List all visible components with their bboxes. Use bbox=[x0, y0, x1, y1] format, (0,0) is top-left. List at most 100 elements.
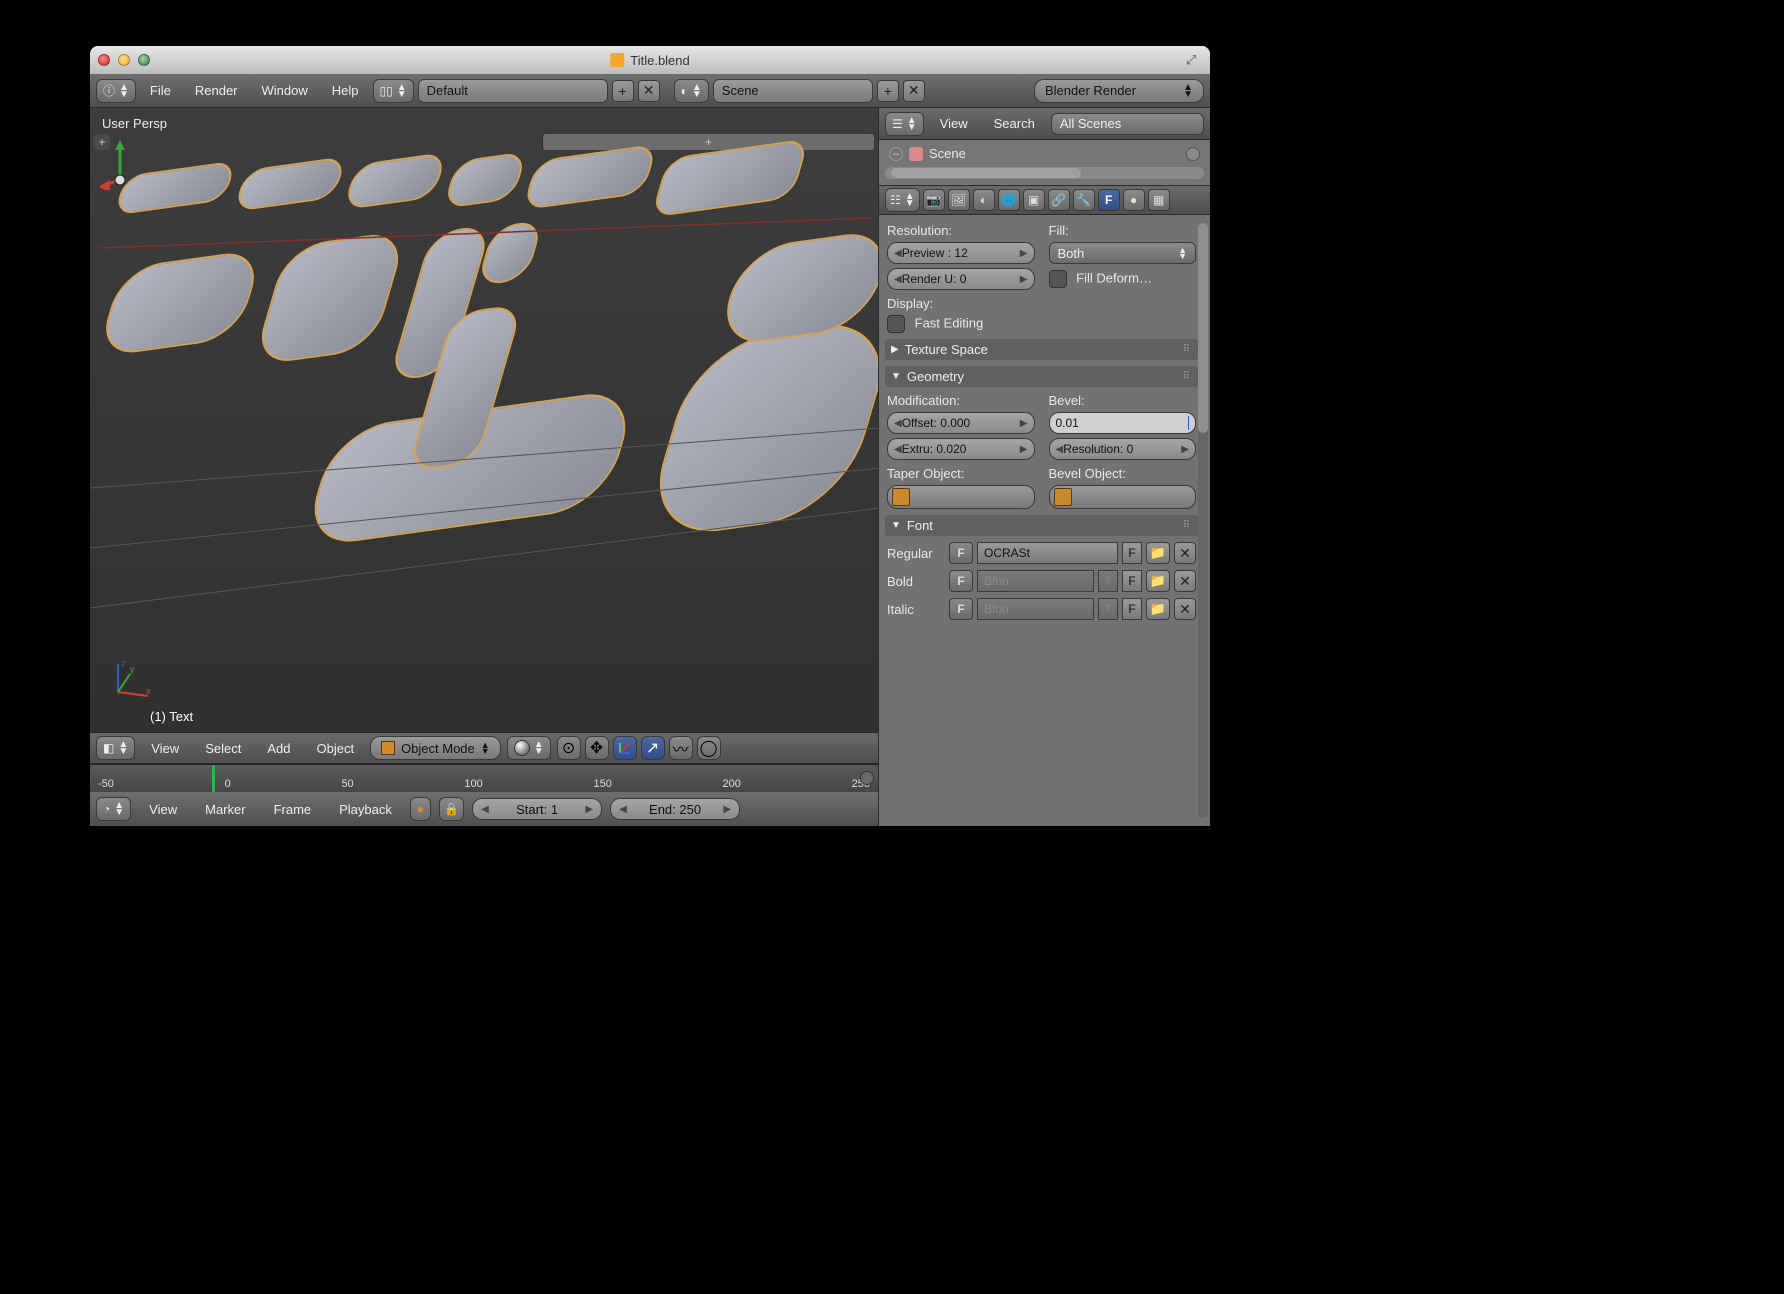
font-users-count[interactable]: 7 bbox=[1098, 598, 1118, 620]
tl-menu-frame[interactable]: Frame bbox=[264, 802, 322, 817]
outliner[interactable]: – Scene bbox=[879, 140, 1210, 185]
fullscreen-icon[interactable]: ⤢ bbox=[1186, 52, 1202, 68]
outliner-hscroll[interactable] bbox=[885, 167, 1204, 179]
offset-field[interactable]: ◀ Offset: 0.000 ▶ bbox=[887, 412, 1035, 434]
view3d-menu-view[interactable]: View bbox=[141, 741, 189, 756]
drag-handle-icon[interactable]: ⠿ bbox=[1183, 371, 1192, 382]
font-name-field[interactable]: Bfon bbox=[977, 598, 1094, 620]
unlink-font-button[interactable]: ✕ bbox=[1174, 598, 1196, 620]
restrict-toggle[interactable] bbox=[1186, 147, 1200, 161]
render-engine-dropdown[interactable]: Blender Render ▲▼ bbox=[1034, 79, 1204, 103]
close-window-button[interactable] bbox=[98, 54, 110, 66]
drag-handle-icon[interactable]: ⠿ bbox=[1183, 520, 1192, 531]
font-browse-button[interactable]: F bbox=[949, 542, 973, 564]
zoom-window-button[interactable] bbox=[138, 54, 150, 66]
fake-user-button[interactable]: F bbox=[1122, 598, 1142, 620]
taper-object-field[interactable] bbox=[887, 485, 1035, 509]
timeline-scroll-handle[interactable] bbox=[860, 771, 874, 785]
bevel-object-field[interactable] bbox=[1049, 485, 1197, 509]
preview-resolution-field[interactable]: ◀ Preview : 12 ▶ bbox=[887, 242, 1035, 264]
fill-deformed-checkbox[interactable] bbox=[1049, 270, 1067, 288]
drag-handle-icon[interactable]: ⠿ bbox=[1183, 344, 1192, 355]
bevel-depth-field[interactable]: 0.01 bbox=[1049, 412, 1197, 434]
screen-layout-field[interactable]: Default bbox=[418, 79, 608, 103]
tab-render[interactable]: 📷 bbox=[923, 189, 945, 211]
tab-object-data[interactable]: F bbox=[1098, 189, 1120, 211]
lock-button[interactable]: 🔒 bbox=[439, 797, 464, 821]
editor-type-outliner[interactable]: ☰▲▼ bbox=[885, 112, 924, 136]
extrude-field[interactable]: ◀ Extru: 0.020 ▶ bbox=[887, 438, 1035, 460]
editor-type-info[interactable]: ⓘ▲▼ bbox=[96, 79, 136, 103]
timeline-ruler[interactable]: -50 0 50 100 150 200 250 bbox=[90, 764, 878, 792]
font-browse-button[interactable]: F bbox=[949, 598, 973, 620]
fast-editing-checkbox[interactable] bbox=[887, 315, 905, 333]
outliner-row-scene[interactable]: – Scene bbox=[885, 144, 1204, 163]
fill-mode-dropdown[interactable]: Both ▲▼ bbox=[1049, 242, 1197, 264]
scene-browse[interactable]: ◐▲▼ bbox=[674, 79, 709, 103]
minimize-window-button[interactable] bbox=[118, 54, 130, 66]
tab-world[interactable]: 🌐 bbox=[998, 189, 1020, 211]
tl-menu-view[interactable]: View bbox=[139, 802, 187, 817]
screen-layout-browse[interactable]: ▯▯▲▼ bbox=[373, 79, 414, 103]
open-font-button[interactable]: 📁 bbox=[1146, 542, 1170, 564]
view3d-menu-select[interactable]: Select bbox=[195, 741, 251, 756]
font-name-field[interactable]: Bfon bbox=[977, 570, 1094, 592]
delete-layout-button[interactable]: ✕ bbox=[638, 80, 660, 102]
scroll-thumb[interactable] bbox=[891, 168, 1081, 178]
view3d-menu-add[interactable]: Add bbox=[257, 741, 300, 756]
3d-viewport[interactable]: User Persp + + bbox=[90, 108, 878, 732]
menu-help[interactable]: Help bbox=[322, 83, 369, 98]
delete-scene-button[interactable]: ✕ bbox=[903, 80, 925, 102]
editor-type-timeline[interactable]: ◔▲▼ bbox=[96, 797, 131, 821]
panel-geometry[interactable]: ▼ Geometry ⠿ bbox=[885, 366, 1198, 387]
layers-button[interactable]: ↗ bbox=[641, 736, 665, 760]
open-font-button[interactable]: 📁 bbox=[1146, 598, 1170, 620]
snap-button[interactable]: 〰 bbox=[669, 736, 693, 760]
tab-texture[interactable]: ▦ bbox=[1148, 189, 1170, 211]
outliner-filter-dropdown[interactable]: All Scenes bbox=[1051, 113, 1204, 135]
tab-material[interactable]: ● bbox=[1123, 189, 1145, 211]
scene-field[interactable]: Scene bbox=[713, 79, 873, 103]
render-resolution-field[interactable]: ◀ Render U: 0 ▶ bbox=[887, 268, 1035, 290]
unlink-font-button[interactable]: ✕ bbox=[1174, 542, 1196, 564]
tab-render-layers[interactable]: 🖼 bbox=[948, 189, 970, 211]
outliner-menu-view[interactable]: View bbox=[930, 116, 978, 131]
outliner-menu-search[interactable]: Search bbox=[984, 116, 1045, 131]
tab-modifiers[interactable]: 🔧 bbox=[1073, 189, 1095, 211]
panel-texture-space[interactable]: ▶ Texture Space ⠿ bbox=[885, 339, 1198, 360]
tab-scene[interactable]: ◐ bbox=[973, 189, 995, 211]
tab-constraints[interactable]: 🔗 bbox=[1048, 189, 1070, 211]
editor-type-properties[interactable]: ☷▲▼ bbox=[885, 188, 920, 212]
fake-user-button[interactable]: F bbox=[1122, 570, 1142, 592]
panel-font[interactable]: ▼ Font ⠿ bbox=[885, 515, 1198, 536]
pivot-button[interactable]: ⊙ bbox=[557, 736, 581, 760]
start-frame-field[interactable]: ◀ Start: 1 ▶ bbox=[472, 798, 602, 820]
open-font-button[interactable]: 📁 bbox=[1146, 570, 1170, 592]
end-frame-field[interactable]: ◀ End: 250 ▶ bbox=[610, 798, 740, 820]
font-browse-button[interactable]: F bbox=[949, 570, 973, 592]
font-users-count[interactable]: 7 bbox=[1098, 570, 1118, 592]
manipulator-toggle[interactable]: ✥ bbox=[585, 736, 609, 760]
properties-panel[interactable]: Resolution: ◀ Preview : 12 ▶ ◀ Render U:… bbox=[879, 215, 1210, 826]
editor-type-view3d[interactable]: ◧▲▼ bbox=[96, 736, 135, 760]
add-layout-button[interactable]: + bbox=[612, 80, 634, 102]
unlink-font-button[interactable]: ✕ bbox=[1174, 570, 1196, 592]
shading-dropdown[interactable]: ▲▼ bbox=[507, 736, 551, 760]
fake-user-button[interactable]: F bbox=[1122, 542, 1142, 564]
collapse-icon[interactable]: – bbox=[889, 147, 903, 161]
tab-object[interactable]: ▣ bbox=[1023, 189, 1045, 211]
proportional-button[interactable]: ◯ bbox=[697, 736, 721, 760]
menu-window[interactable]: Window bbox=[252, 83, 318, 98]
mode-dropdown[interactable]: Object Mode ▲▼ bbox=[370, 736, 501, 760]
autokey-button[interactable]: ● bbox=[410, 797, 431, 821]
transform-orientation[interactable] bbox=[613, 736, 637, 760]
menu-file[interactable]: File bbox=[140, 83, 181, 98]
tl-menu-playback[interactable]: Playback bbox=[329, 802, 402, 817]
add-scene-button[interactable]: + bbox=[877, 80, 899, 102]
menu-render[interactable]: Render bbox=[185, 83, 248, 98]
bevel-resolution-field[interactable]: ◀ Resolution: 0 ▶ bbox=[1049, 438, 1197, 460]
font-name-field[interactable]: OCRASt bbox=[977, 542, 1118, 564]
tl-menu-marker[interactable]: Marker bbox=[195, 802, 255, 817]
view3d-menu-object[interactable]: Object bbox=[306, 741, 364, 756]
properties-scroll-thumb[interactable] bbox=[1198, 223, 1208, 433]
